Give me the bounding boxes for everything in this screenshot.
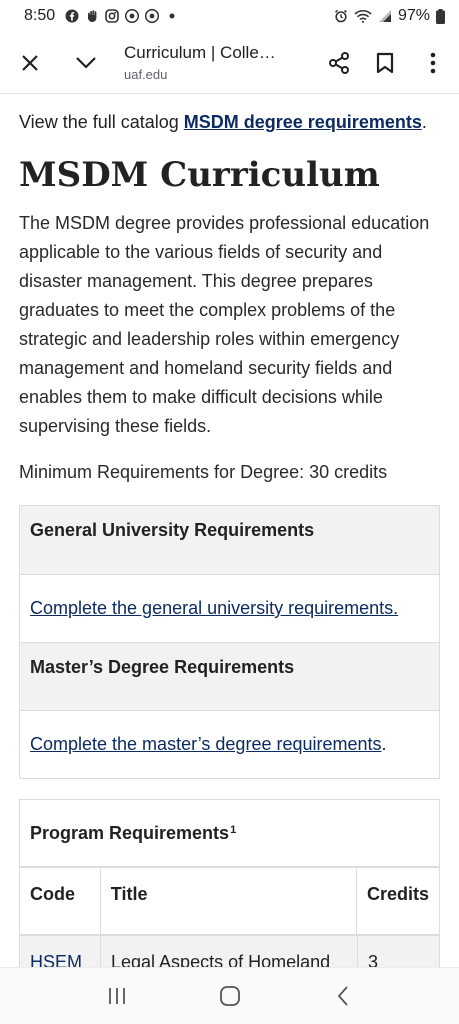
- catalog-prefix: View the full catalog: [19, 112, 184, 132]
- tab-url: uaf.edu: [124, 67, 168, 82]
- status-bar: 8:50 97%: [0, 0, 459, 32]
- wifi-icon: [354, 9, 372, 23]
- table-header-row: Code Title Credits: [20, 868, 439, 936]
- course-code-link[interactable]: HSEM: [30, 952, 82, 967]
- program-requirements-table: Program Requirements 1 Code Title Credits…: [19, 799, 440, 967]
- footnote-marker[interactable]: 1: [230, 824, 236, 836]
- masters-requirements-link[interactable]: Complete the master’s degree requirement…: [30, 734, 382, 755]
- status-right: 97%: [334, 7, 445, 25]
- share-icon[interactable]: [319, 43, 359, 83]
- page-title-block[interactable]: Curriculum | Colle… uaf.edu: [124, 43, 319, 82]
- general-requirements-row: Complete the general university requirem…: [20, 574, 439, 642]
- catalog-link[interactable]: MSDM degree requirements: [184, 112, 422, 132]
- row-credits: 3: [368, 952, 379, 967]
- intro-paragraph: The MSDM degree provides professional ed…: [19, 213, 430, 436]
- catalog-suffix: .: [421, 112, 427, 132]
- row-title: Legal Aspects of Homeland: [101, 936, 358, 967]
- dot-icon: [165, 9, 179, 23]
- facebook-icon: [65, 9, 79, 23]
- back-icon[interactable]: [323, 976, 363, 1016]
- instagram-icon: [105, 9, 119, 23]
- minimum-requirements: Minimum Requirements for Degree: 30 cred…: [19, 462, 388, 482]
- more-options-icon[interactable]: [413, 43, 453, 83]
- recent-apps-icon[interactable]: [97, 976, 137, 1016]
- header-credits: Credits: [366, 884, 429, 904]
- battery-level: 97%: [397, 7, 430, 24]
- chevron-down-icon[interactable]: [66, 43, 106, 83]
- general-requirements-heading: General University Requirements: [20, 506, 439, 574]
- table-row: HSEM Legal Aspects of Homeland 3: [20, 936, 439, 967]
- status-time: 8:50: [24, 7, 56, 24]
- header-code: Code: [20, 868, 101, 934]
- system-nav-bar: [0, 967, 459, 1024]
- status-left: 8:50: [24, 7, 179, 25]
- program-requirements-title: Program Requirements 1: [20, 800, 439, 868]
- hand-icon: [85, 9, 99, 23]
- row-code: HSEM: [20, 936, 101, 967]
- catalog-line: View the full catalog MSDM degree requir…: [19, 109, 440, 135]
- general-requirements-link[interactable]: Complete the general university requirem…: [30, 598, 398, 619]
- close-icon[interactable]: [10, 43, 50, 83]
- masters-requirements-row: Complete the master’s degree requirement…: [20, 710, 439, 778]
- requirements-table: General University Requirements Complete…: [19, 505, 440, 779]
- battery-icon: [436, 8, 445, 24]
- program-title-text: Program Requirements: [30, 822, 230, 843]
- masters-requirements-heading: Master’s Degree Requirements: [20, 642, 439, 710]
- home-icon[interactable]: [210, 976, 250, 1016]
- page-heading: MSDM Curriculum: [19, 155, 380, 195]
- masters-suffix: .: [381, 734, 387, 754]
- bookmark-icon[interactable]: [365, 43, 405, 83]
- signal-icon: [378, 9, 392, 23]
- chrome-icon: [125, 9, 140, 23]
- page-content: View the full catalog MSDM degree requir…: [0, 95, 459, 967]
- chrome-icon: [145, 9, 160, 23]
- browser-toolbar: Curriculum | Colle… uaf.edu: [0, 32, 459, 94]
- tab-title: Curriculum | Colle…: [124, 43, 276, 62]
- header-title: Title: [101, 868, 357, 934]
- alarm-icon: [334, 9, 348, 23]
